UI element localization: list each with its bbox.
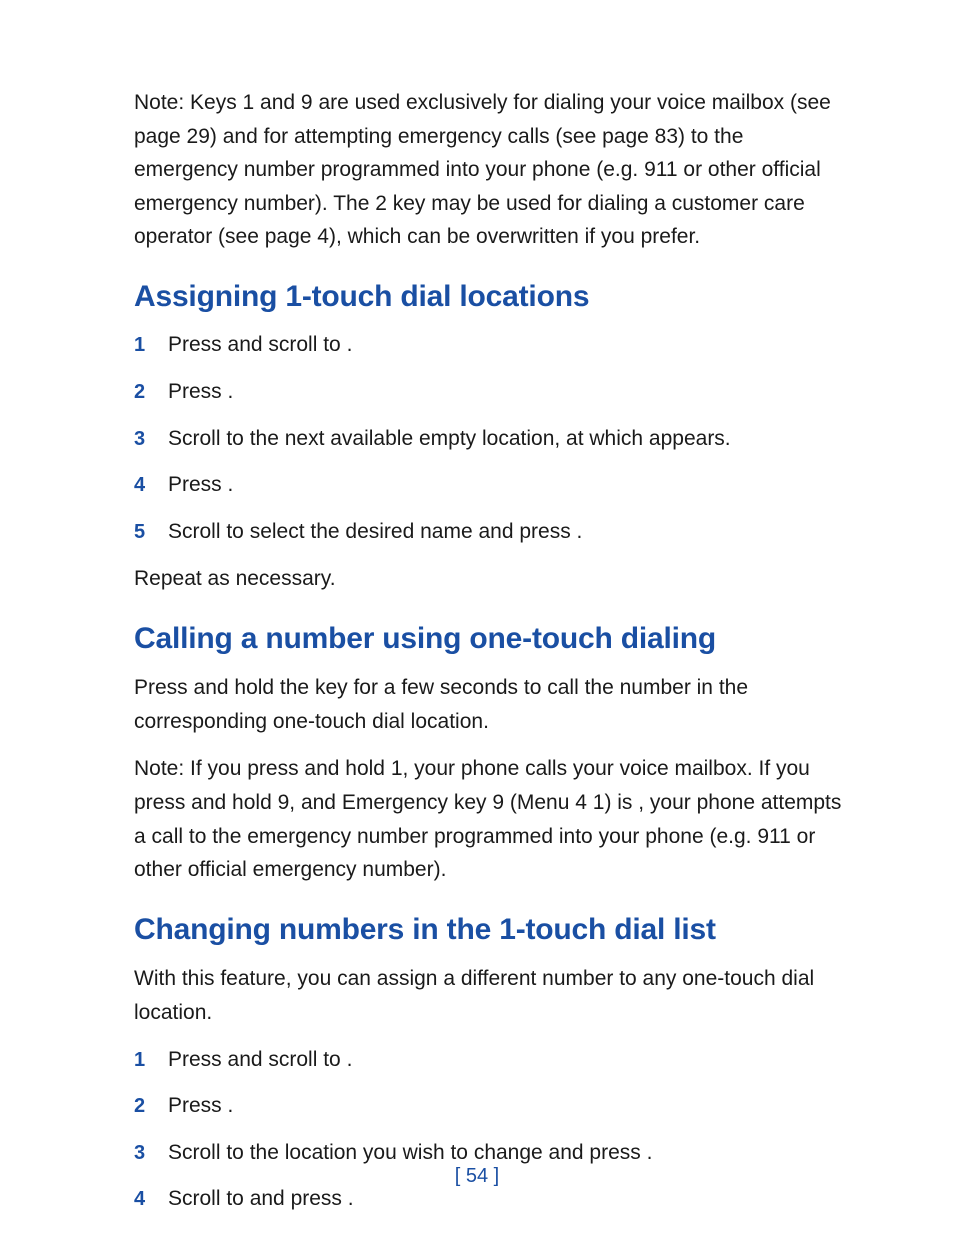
list-item: 2 Press .	[134, 376, 848, 409]
steps-changing: 1 Press and scroll to . 2 Press . 3 Scro…	[134, 1044, 848, 1216]
list-item: 4 Press .	[134, 469, 848, 502]
step-text: Press and scroll to .	[168, 329, 352, 362]
intro-note: Note: Keys 1 and 9 are used exclusively …	[134, 86, 848, 254]
list-item: 4 Scroll to and press .	[134, 1183, 848, 1216]
step-text: Scroll to select the desired name and pr…	[168, 516, 582, 549]
step-number: 5	[134, 521, 168, 544]
list-item: 2 Press .	[134, 1090, 848, 1123]
step-number: 4	[134, 1188, 168, 1211]
heading-calling: Calling a number using one-touch dialing	[134, 620, 848, 658]
repeat-note: Repeat as necessary.	[134, 562, 848, 596]
calling-para-2: Note: If you press and hold 1, your phon…	[134, 752, 848, 886]
step-number: 3	[134, 428, 168, 451]
list-item: 5 Scroll to select the desired name and …	[134, 516, 848, 549]
step-number: 2	[134, 1095, 168, 1118]
step-text: Press .	[168, 376, 233, 409]
step-text: Scroll to and press .	[168, 1183, 354, 1216]
page-number: [ 54 ]	[0, 1165, 954, 1188]
heading-changing: Changing numbers in the 1-touch dial lis…	[134, 911, 848, 949]
step-number: 2	[134, 381, 168, 404]
step-number: 1	[134, 334, 168, 357]
steps-assigning: 1 Press and scroll to . 2 Press . 3 Scro…	[134, 329, 848, 548]
list-item: 1 Press and scroll to .	[134, 329, 848, 362]
manual-page: Note: Keys 1 and 9 are used exclusively …	[0, 0, 954, 1248]
list-item: 3 Scroll to the next available empty loc…	[134, 423, 848, 456]
step-text: Scroll to the next available empty locat…	[168, 423, 731, 456]
step-number: 3	[134, 1142, 168, 1165]
step-text: Press and scroll to .	[168, 1044, 352, 1077]
step-text: Press .	[168, 1090, 233, 1123]
list-item: 1 Press and scroll to .	[134, 1044, 848, 1077]
changing-para: With this feature, you can assign a diff…	[134, 962, 848, 1029]
step-number: 4	[134, 474, 168, 497]
step-text: Press .	[168, 469, 233, 502]
heading-assigning: Assigning 1-touch dial locations	[134, 278, 848, 316]
calling-para-1: Press and hold the key for a few seconds…	[134, 671, 848, 738]
step-number: 1	[134, 1049, 168, 1072]
